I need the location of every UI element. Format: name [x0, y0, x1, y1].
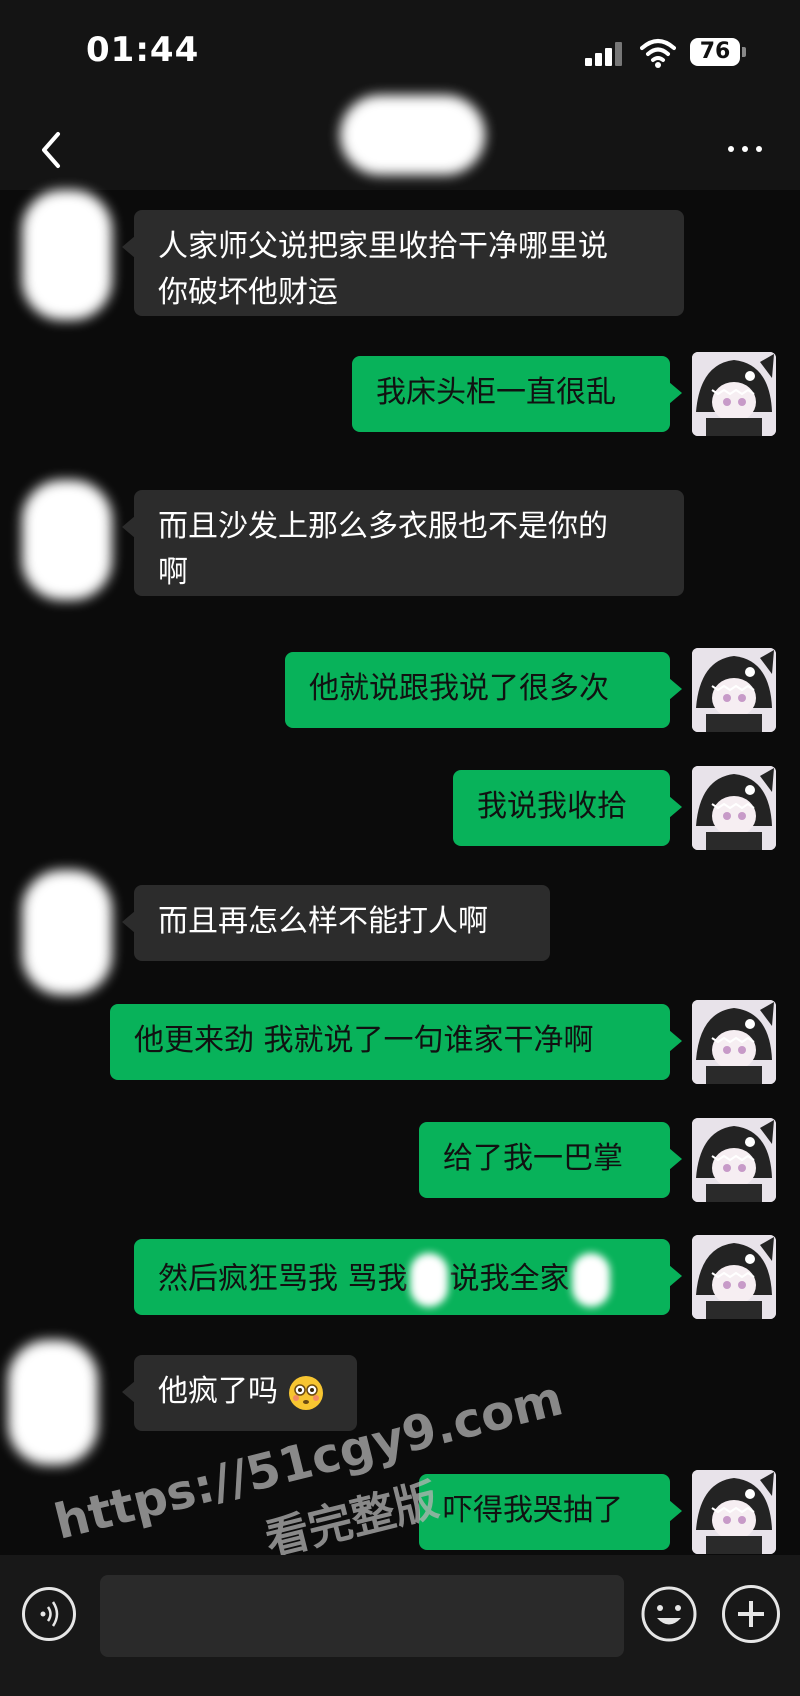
message-text: 他就说跟我说了很多次: [309, 671, 609, 706]
battery-tip: [742, 47, 746, 57]
message-bubble-received[interactable]: 而且沙发上那么多衣服也不是你的 啊: [122, 490, 684, 596]
message-bubble-sent[interactable]: 我床头柜一直很乱: [352, 356, 682, 432]
message-bubble-received[interactable]: 而且再怎么样不能打人啊: [122, 885, 550, 961]
emoji-icon[interactable]: [640, 1585, 698, 1643]
message-text: 而且再怎么样不能打人啊: [158, 904, 488, 939]
contact-avatar-redacted[interactable]: [22, 190, 112, 320]
redaction-blot: [571, 1253, 610, 1307]
message-bubble-sent[interactable]: 他就说跟我说了很多次: [285, 652, 682, 728]
user-avatar[interactable]: [692, 1000, 776, 1084]
chevron-left-icon[interactable]: [32, 126, 72, 174]
user-avatar-image: [692, 648, 776, 732]
message-bubble-sent[interactable]: 吓得我哭抽了: [419, 1474, 682, 1550]
voice-waves: [40, 1601, 59, 1627]
user-avatar-image: [692, 1000, 776, 1084]
user-avatar[interactable]: [692, 352, 776, 436]
user-avatar[interactable]: [692, 1118, 776, 1202]
status-bar: 01:44 76: [0, 0, 800, 110]
message-text: 我说我收拾: [477, 789, 627, 824]
user-avatar[interactable]: [692, 1470, 776, 1554]
message-text: 而且沙发上那么多衣服也不是你的: [158, 509, 608, 544]
user-avatar-image: [692, 352, 776, 436]
contact-avatar-redacted[interactable]: [22, 480, 112, 600]
user-avatar-image: [692, 1235, 776, 1319]
message-text: 人家师父说把家里收拾干净哪里说: [158, 229, 608, 264]
message-bubble-received[interactable]: 人家师父说把家里收拾干净哪里说 你破坏他财运: [122, 210, 684, 316]
message-input[interactable]: [100, 1575, 624, 1657]
message-text: 我床头柜一直很乱: [376, 375, 616, 410]
message-text: 吓得我哭抽了: [443, 1493, 623, 1528]
user-avatar-image: [692, 766, 776, 850]
message-bubble-sent[interactable]: 他更来劲 我就说了一句谁家干净啊: [110, 1004, 682, 1080]
wifi-icon: [640, 39, 676, 68]
user-avatar[interactable]: [692, 648, 776, 732]
message-text: 啊: [158, 555, 188, 590]
voice-icon[interactable]: [22, 1587, 76, 1641]
user-avatar-image: [692, 1118, 776, 1202]
message-text: 他更来劲 我就说了一句谁家干净啊: [134, 1023, 594, 1058]
message-bubble-sent[interactable]: 给了我一巴掌: [419, 1122, 682, 1198]
status-time: 01:44: [86, 30, 200, 70]
input-bar: [0, 1555, 800, 1696]
message-text: 给了我一巴掌: [443, 1141, 623, 1176]
message-text: 你破坏他财运: [158, 275, 338, 310]
plus-icon[interactable]: [722, 1585, 780, 1643]
message-bubble-sent[interactable]: 我说我收拾: [453, 770, 682, 846]
user-avatar-image: [692, 1470, 776, 1554]
user-avatar[interactable]: [692, 766, 776, 850]
battery-icon: 76: [690, 38, 740, 66]
message-text: 然后疯狂骂我 骂我: [158, 1261, 408, 1297]
more-dots-icon[interactable]: [728, 138, 768, 158]
user-avatar[interactable]: [692, 1235, 776, 1319]
contact-avatar-redacted[interactable]: [22, 870, 112, 995]
contact-name-redacted: [340, 95, 485, 175]
cellular-signal-icon: [585, 42, 625, 66]
